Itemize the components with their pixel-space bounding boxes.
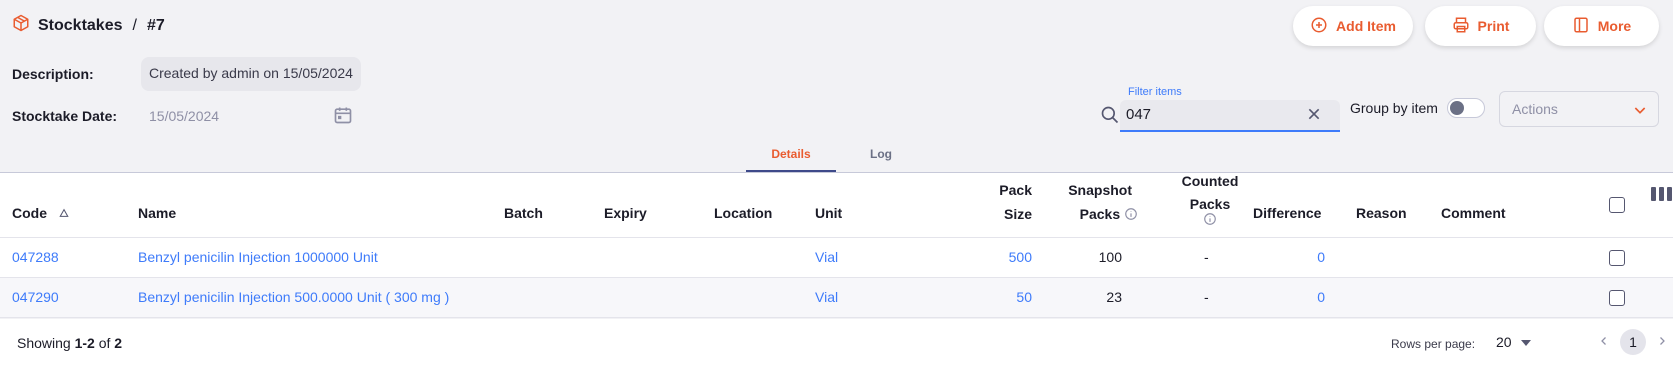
filter-items-label: Filter items	[1128, 86, 1182, 98]
breadcrumb-separator: /	[132, 16, 137, 34]
table-row[interactable]: 047290 Benzyl penicilin Injection 500.00…	[0, 278, 1673, 318]
header-counted-line2: Packs	[1189, 196, 1231, 212]
info-icon	[1203, 212, 1217, 229]
toggle-knob	[1450, 101, 1464, 115]
of-label: of	[98, 335, 111, 351]
header-comment[interactable]: Comment	[1441, 205, 1506, 221]
breadcrumb: Stocktakes / #7	[12, 14, 165, 37]
header-difference[interactable]: Difference	[1253, 205, 1321, 221]
page-1-button[interactable]: 1	[1620, 329, 1646, 355]
pagination-summary: Showing 1-2 of 2	[17, 335, 122, 351]
stocktake-date-field[interactable]: 15/05/2024	[149, 108, 219, 124]
cell-snapshot-packs: 100	[1098, 249, 1122, 265]
sidebar-panel-icon	[1572, 16, 1590, 37]
more-label: More	[1597, 18, 1632, 34]
row-checkbox[interactable]	[1609, 290, 1625, 306]
tab-log[interactable]: Log	[836, 147, 926, 172]
header-code-label: Code	[12, 205, 47, 221]
breadcrumb-root[interactable]: Stocktakes	[38, 17, 123, 35]
plus-circle-icon	[1310, 16, 1328, 37]
cell-code[interactable]: 047290	[12, 289, 59, 305]
box-icon	[12, 14, 30, 37]
add-item-label: Add Item	[1336, 18, 1396, 34]
calendar-icon[interactable]	[333, 105, 353, 130]
breadcrumb-current: #7	[146, 16, 165, 34]
stocktake-date-label: Stocktake Date:	[12, 108, 118, 124]
actions-placeholder: Actions	[1512, 101, 1558, 117]
showing-total: 2	[114, 335, 123, 351]
header-snapshot-packs[interactable]: Snapshot Packs	[1040, 182, 1137, 224]
header-counted-packs[interactable]: Counted Packs	[1150, 173, 1270, 229]
header-name[interactable]: Name	[138, 205, 176, 221]
caret-down-icon	[1521, 334, 1532, 350]
row-checkbox[interactable]	[1609, 250, 1625, 266]
header-pack-size-line1: Pack	[999, 182, 1032, 198]
close-icon[interactable]	[1306, 106, 1322, 127]
cell-pack-size[interactable]: 50	[960, 289, 1032, 305]
header-reason[interactable]: Reason	[1356, 205, 1407, 221]
printer-icon	[1452, 16, 1470, 37]
header-counted-line1: Counted	[1181, 173, 1239, 189]
add-item-button[interactable]: Add Item	[1293, 6, 1413, 46]
header-snapshot-line1: Snapshot	[1068, 182, 1132, 198]
header-batch[interactable]: Batch	[504, 205, 543, 221]
rows-per-page-value: 20	[1496, 334, 1512, 350]
cell-snapshot-packs: 23	[1106, 289, 1122, 305]
rows-per-page-select[interactable]: 20	[1496, 334, 1532, 350]
header-code[interactable]: Code	[12, 205, 69, 221]
group-by-item-toggle[interactable]	[1447, 98, 1485, 118]
cell-unit[interactable]: Vial	[815, 249, 838, 265]
cell-difference[interactable]: 0	[1230, 249, 1325, 265]
info-icon	[1124, 207, 1138, 224]
search-icon	[1100, 105, 1120, 130]
group-by-item-label: Group by item	[1350, 100, 1438, 116]
description-label: Description:	[12, 66, 94, 82]
header-expiry[interactable]: Expiry	[604, 205, 647, 221]
chevron-left-icon[interactable]	[1598, 333, 1610, 354]
tab-bar: Details Log	[0, 147, 1673, 173]
cell-unit[interactable]: Vial	[815, 289, 838, 305]
cell-counted-packs[interactable]: -	[1204, 289, 1209, 305]
cell-counted-packs[interactable]: -	[1204, 249, 1209, 265]
tab-details[interactable]: Details	[746, 147, 836, 172]
header-location[interactable]: Location	[714, 205, 772, 221]
showing-range: 1-2	[74, 335, 95, 351]
cell-pack-size[interactable]: 500	[960, 249, 1032, 265]
select-all-checkbox[interactable]	[1609, 197, 1625, 213]
actions-select[interactable]: Actions	[1499, 91, 1659, 127]
header-snapshot-line2: Packs	[1079, 206, 1121, 222]
more-button[interactable]: More	[1544, 6, 1659, 46]
cell-name[interactable]: Benzyl penicilin Injection 500.0000 Unit…	[138, 289, 449, 305]
header-pack-size[interactable]: Pack Size	[960, 182, 1032, 222]
chevron-right-icon[interactable]	[1656, 333, 1668, 354]
column-settings-icon[interactable]	[1651, 185, 1673, 208]
description-field[interactable]: Created by admin on 15/05/2024	[141, 57, 361, 91]
table-footer: Showing 1-2 of 2 Rows per page: 20 1	[0, 319, 1673, 366]
cell-name[interactable]: Benzyl penicilin Injection 1000000 Unit	[138, 249, 378, 265]
sort-ascending-icon	[59, 205, 69, 221]
header-pack-size-line2: Size	[1003, 206, 1032, 222]
header-unit[interactable]: Unit	[815, 205, 842, 221]
rows-per-page-label: Rows per page:	[1391, 337, 1476, 351]
showing-label: Showing	[17, 335, 71, 351]
table-header: Code Name Batch Expiry Location Unit Pac…	[0, 173, 1673, 238]
print-label: Print	[1477, 18, 1510, 34]
print-button[interactable]: Print	[1425, 6, 1536, 46]
cell-difference[interactable]: 0	[1230, 289, 1325, 305]
cell-code[interactable]: 047288	[12, 249, 59, 265]
page-header: Stocktakes / #7 Add Item Print More Desc…	[0, 0, 1673, 173]
table-row[interactable]: 047288 Benzyl penicilin Injection 100000…	[0, 238, 1673, 278]
chevron-down-icon	[1632, 102, 1648, 121]
